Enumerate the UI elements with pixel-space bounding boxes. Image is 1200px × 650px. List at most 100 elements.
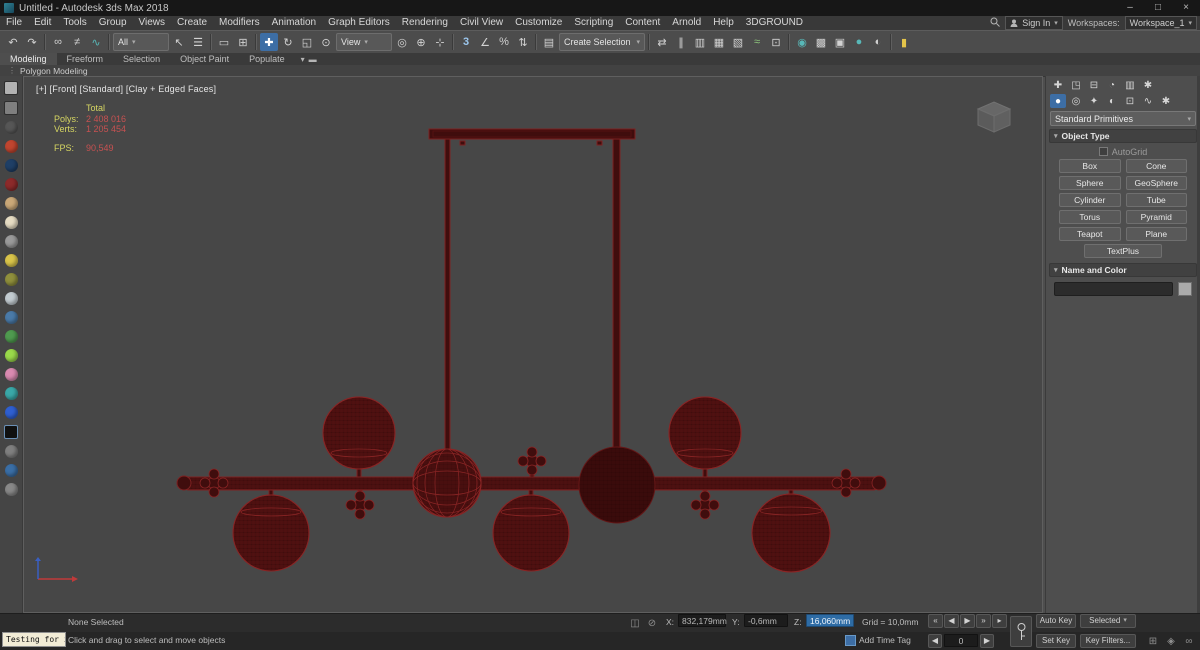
left-toolbar-icon[interactable] (4, 483, 18, 496)
current-frame-field[interactable]: 0 (944, 634, 978, 647)
hierarchy-tab-icon[interactable]: ⊟ (1086, 78, 1102, 92)
select-and-scale-icon[interactable]: ◱ (298, 33, 316, 51)
rendered-frame-window-icon[interactable]: ▣ (831, 33, 849, 51)
torus-button[interactable]: Torus (1059, 210, 1121, 224)
modify-tab-icon[interactable]: ◳ (1068, 78, 1084, 92)
sphere-button[interactable]: Sphere (1059, 176, 1121, 190)
rectangular-selection-region-icon[interactable]: ▭ (215, 33, 233, 51)
teapot-button[interactable]: Teapot (1059, 227, 1121, 241)
use-selection-center-icon[interactable]: ⊕ (412, 33, 430, 51)
render-setup-icon[interactable]: ▩ (812, 33, 830, 51)
menu-content[interactable]: Content (619, 16, 666, 30)
next-frame-button[interactable]: » (976, 614, 991, 628)
menu-help[interactable]: Help (707, 16, 740, 30)
pyramid-button[interactable]: Pyramid (1125, 210, 1187, 224)
chevron-down-icon[interactable]: ▾ (301, 55, 305, 64)
left-toolbar-icon[interactable] (4, 349, 18, 362)
frame-forward-button[interactable]: ▶ (980, 634, 994, 648)
selection-set-dropdown[interactable]: Selected ▾ (1080, 614, 1136, 628)
key-filters-button[interactable]: Key Filters... (1080, 634, 1136, 648)
progressive-display-icon[interactable]: ∞ (1182, 634, 1196, 648)
left-toolbar-icon[interactable] (4, 235, 18, 248)
undo-icon[interactable]: ↶ (4, 33, 22, 51)
left-toolbar-icon[interactable] (4, 273, 18, 286)
curve-editor-icon[interactable]: ≈ (748, 33, 766, 51)
auto-key-button[interactable]: Auto Key (1036, 614, 1076, 628)
menu-civil-view[interactable]: Civil View (454, 16, 509, 30)
polygon-modeling-panel[interactable]: Polygon Modeling (20, 66, 88, 76)
ribbon-toggle-icon[interactable]: ▧ (729, 33, 747, 51)
box-button[interactable]: Box (1059, 159, 1121, 173)
cylinder-button[interactable]: Cylinder (1059, 193, 1121, 207)
material-editor-icon[interactable]: ◉ (793, 33, 811, 51)
add-time-tag[interactable]: Add Time Tag (859, 635, 911, 645)
menu-modifiers[interactable]: Modifiers (213, 16, 266, 30)
left-toolbar-icon[interactable] (4, 425, 18, 439)
schematic-view-icon[interactable]: ⊡ (767, 33, 785, 51)
menu-graph-editors[interactable]: Graph Editors (322, 16, 396, 30)
plane-button[interactable]: Plane (1125, 227, 1187, 241)
chandelier-model[interactable] (24, 77, 1042, 612)
object-color-swatch[interactable] (1178, 282, 1192, 296)
scene-explorer-toggle-icon[interactable]: ▥ (691, 33, 709, 51)
named-selection-dropdown[interactable]: Create Selection Se ▾ (559, 33, 645, 51)
object-name-input[interactable] (1054, 282, 1173, 296)
select-by-name-icon[interactable]: ☰ (189, 33, 207, 51)
reference-coordinate-dropdown[interactable]: View ▾ (336, 33, 392, 51)
close-button[interactable]: × (1172, 0, 1200, 16)
spinner-snap-icon[interactable]: ⇅ (514, 33, 532, 51)
left-toolbar-icon[interactable] (4, 178, 18, 191)
layer-explorer-toggle-icon[interactable]: ▦ (710, 33, 728, 51)
geosphere-button[interactable]: GeoSphere (1125, 176, 1187, 190)
select-and-place-icon[interactable]: ⊙ (317, 33, 335, 51)
play-button[interactable]: ▶ (960, 614, 975, 628)
tab-selection[interactable]: Selection (113, 53, 170, 65)
name-and-color-rollout[interactable]: ▾ Name and Color (1049, 263, 1197, 277)
maximize-button[interactable]: □ (1144, 0, 1172, 16)
menu-group[interactable]: Group (93, 16, 133, 30)
align-icon[interactable]: ∥ (672, 33, 690, 51)
spacewarps-category-icon[interactable]: ∿ (1140, 94, 1156, 108)
menu-scripting[interactable]: Scripting (568, 16, 619, 30)
go-to-start-button[interactable]: « (928, 614, 943, 628)
select-and-link-icon[interactable]: ∞ (49, 33, 67, 51)
left-toolbar-icon[interactable] (4, 445, 18, 458)
render-iterative-icon[interactable]: ◐ (869, 33, 887, 51)
menu-arnold[interactable]: Arnold (666, 16, 707, 30)
tube-button[interactable]: Tube (1125, 193, 1187, 207)
helpers-category-icon[interactable]: ⊡ (1122, 94, 1138, 108)
lights-category-icon[interactable]: ✦ (1086, 94, 1102, 108)
select-object-icon[interactable]: ↖ (170, 33, 188, 51)
menu-rendering[interactable]: Rendering (396, 16, 454, 30)
left-toolbar-icon[interactable] (4, 464, 18, 477)
select-and-manipulate-icon[interactable]: ⊹ (431, 33, 449, 51)
select-and-rotate-icon[interactable]: ↻ (279, 33, 297, 51)
minimize-button[interactable]: – (1116, 0, 1144, 16)
menu-3dground[interactable]: 3DGROUND (740, 16, 809, 30)
geometry-category-icon[interactable]: ● (1050, 94, 1066, 108)
bind-to-spacewarp-icon[interactable]: ∿ (87, 33, 105, 51)
autogrid-checkbox[interactable] (1098, 147, 1108, 156)
edit-named-selections-icon[interactable]: ▤ (540, 33, 558, 51)
select-and-move-icon[interactable]: ✚ (260, 33, 278, 51)
left-toolbar-icon[interactable] (4, 387, 18, 400)
window-crossing-icon[interactable]: ⊞ (234, 33, 252, 51)
menu-file[interactable]: File (0, 16, 28, 30)
left-toolbar-icon[interactable] (4, 121, 18, 134)
unlink-selection-icon[interactable]: ≠ (68, 33, 86, 51)
left-toolbar-icon[interactable] (4, 368, 18, 381)
menu-create[interactable]: Create (171, 16, 213, 30)
selection-lock-icon[interactable]: ⊘ (645, 616, 659, 630)
left-toolbar-icon[interactable] (4, 330, 18, 343)
cameras-category-icon[interactable]: ◐ (1104, 94, 1120, 108)
adaptive-degradation-icon[interactable]: ◈ (1164, 634, 1178, 648)
viewcube[interactable] (972, 99, 1016, 140)
tab-object-paint[interactable]: Object Paint (170, 53, 239, 65)
left-toolbar-icon[interactable] (4, 292, 18, 305)
go-to-end-button[interactable]: ▸ (992, 614, 1007, 628)
motion-tab-icon[interactable]: ◔ (1104, 78, 1120, 92)
angle-snap-icon[interactable]: ∠ (476, 33, 494, 51)
tab-freeform[interactable]: Freeform (57, 53, 114, 65)
left-toolbar-icon[interactable] (4, 81, 18, 95)
create-tab-icon[interactable]: ✚ (1050, 78, 1066, 92)
